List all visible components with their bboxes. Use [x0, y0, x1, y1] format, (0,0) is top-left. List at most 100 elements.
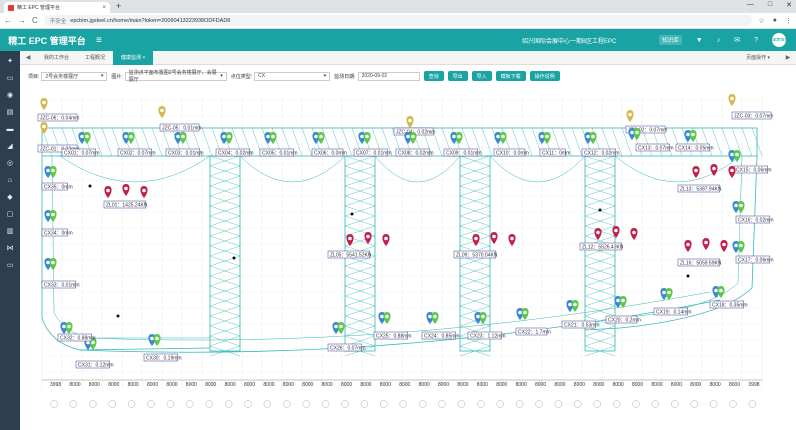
- browser-menu-icon[interactable]: ⋮: [785, 17, 792, 25]
- export-button[interactable]: 导出: [447, 71, 468, 81]
- project-label: 项目:: [28, 73, 40, 80]
- maximize-button[interactable]: □: [768, 1, 772, 9]
- browser-tab[interactable]: 精工 EPC 管理平台 ×: [4, 2, 110, 13]
- dimension-label: 3998: [50, 382, 61, 388]
- filter-icon[interactable]: ▼: [696, 37, 703, 44]
- drawing-svg[interactable]: JZC-06：0.04mmJZC-05：0.01mmJZC-04：0.02mmJ…: [20, 88, 796, 430]
- chart-icon[interactable]: ◢: [7, 140, 12, 153]
- axis-bubble: [574, 400, 582, 408]
- home-icon[interactable]: ⌂: [8, 174, 12, 187]
- knowledge-base-button[interactable]: 知识库: [659, 35, 682, 45]
- sensor-label: CX09：0.01mm: [446, 150, 482, 156]
- back-icon[interactable]: ←: [4, 16, 12, 25]
- axis-bubble: [632, 400, 640, 408]
- sensor-pin-blue-dot: [406, 134, 410, 139]
- desktop-icon[interactable]: ▢: [7, 208, 14, 221]
- sensor-pin-green-dot: [319, 134, 323, 139]
- dimension-label: 3998: [748, 382, 759, 388]
- bar-chart-icon[interactable]: ▥: [7, 225, 14, 238]
- dimension-label: 8000: [690, 382, 701, 388]
- sensor-label: CX34：0mm: [44, 230, 73, 236]
- share-icon[interactable]: ⋈: [7, 242, 14, 255]
- screen-icon[interactable]: ▭: [7, 259, 14, 272]
- page-operations-menu[interactable]: 页面操作 ▾: [736, 54, 780, 61]
- sensor-pin-red-dot: [712, 166, 716, 171]
- sensor-pin-green-dot: [719, 288, 723, 293]
- sensor-pin-red-dot: [632, 230, 636, 235]
- sensor-label: CX15：0.06mm: [736, 167, 772, 173]
- sensor-label: CX17：0.06mm: [738, 257, 774, 263]
- monitoring-drawing[interactable]: JZC-06：0.04mm JZC-05：0.01mm JZC-04：0.02mm J…: [20, 88, 796, 430]
- sensor-label: CX22：1.7mm: [518, 329, 551, 335]
- dimension-label: 8000: [496, 382, 507, 388]
- sensor-pin-blue-dot: [496, 134, 500, 139]
- project-select[interactable]: 2号会务楼展厅 ▾: [41, 71, 108, 81]
- database-icon[interactable]: ◉: [7, 89, 13, 102]
- pin-icon[interactable]: ✦: [7, 55, 13, 68]
- sensor-pin-yellow-dot: [42, 100, 46, 105]
- sensor-pin-red-dot: [596, 230, 600, 235]
- db2-icon[interactable]: ◎: [7, 157, 13, 170]
- sensor-pin-blue-dot: [616, 298, 620, 303]
- instructions-button[interactable]: 操作说明: [529, 71, 560, 81]
- sensor-pin-green-dot: [735, 152, 739, 157]
- point-type-select[interactable]: CX ▾: [254, 71, 331, 81]
- close-tab-icon[interactable]: ×: [102, 5, 106, 11]
- sensor-label: CX16：0.02mm: [738, 217, 774, 223]
- sensor-pin-green-dot: [67, 324, 71, 329]
- url-field[interactable]: 不安全 epcbim.jgsteel.cn/home/main?token=20…: [43, 15, 753, 26]
- new-tab-button[interactable]: +: [116, 2, 121, 11]
- date-input[interactable]: 2020-09-02: [357, 71, 420, 81]
- help-icon[interactable]: ?: [754, 37, 758, 44]
- sensor-label: ZL12：5526.43KN: [582, 244, 624, 250]
- menu-toggle-icon[interactable]: ≡: [96, 35, 102, 46]
- doc-icon[interactable]: ▤: [7, 106, 14, 119]
- monitor-icon[interactable]: ▭: [7, 72, 14, 85]
- sensor-pin-blue-dot: [586, 134, 590, 139]
- tray-icon[interactable]: ▬: [7, 123, 14, 136]
- sensor-pin-green-dot: [51, 212, 55, 217]
- sensor-pin-red-dot: [106, 188, 110, 193]
- tab-overview[interactable]: 工程概况: [77, 51, 113, 65]
- sensor-pin-green-dot: [457, 134, 461, 139]
- query-button[interactable]: 查询: [423, 71, 444, 81]
- sensor-pin-green-dot: [181, 134, 185, 139]
- bell-side-icon[interactable]: ◆: [7, 191, 12, 204]
- sensor-label: CX25：0.88mm: [376, 333, 412, 339]
- sensor-label: CX05：0.01mm: [262, 150, 298, 156]
- sensor-pin-blue-dot: [734, 243, 738, 248]
- tabs-next-icon[interactable]: ▶: [780, 54, 796, 61]
- sensor-pin-blue-dot: [476, 314, 480, 319]
- avatar[interactable]: admin: [772, 33, 786, 47]
- star-icon[interactable]: ☆: [758, 17, 764, 25]
- template-download-button[interactable]: 模板下载: [495, 71, 526, 81]
- axis-bubble: [554, 400, 563, 408]
- tabs-prev-icon[interactable]: ◀: [20, 54, 36, 61]
- axis-bubble: [302, 400, 310, 408]
- address-bar-row: ← → C 不安全 epcbim.jgsteel.cn/home/main?to…: [0, 13, 796, 29]
- axis-bubble: [399, 400, 407, 408]
- dimension-label: 8000: [535, 382, 546, 388]
- image-select[interactable]: 监测点平面布置图2号会务楼展厅、会展展厅 ▾: [124, 70, 227, 83]
- minimize-button[interactable]: —: [747, 1, 754, 9]
- sensor-pin-green-dot: [155, 336, 159, 341]
- node-point: [598, 208, 602, 212]
- sensor-pin-green-dot: [85, 134, 89, 139]
- sensor-pin-blue-dot: [80, 134, 84, 139]
- window-close-button[interactable]: ✕: [786, 1, 792, 9]
- sensor-label: CX11：0mm: [542, 150, 570, 156]
- axis-bubble: [341, 400, 349, 408]
- forward-icon[interactable]: →: [18, 16, 26, 25]
- mail-icon[interactable]: ✉: [734, 36, 740, 44]
- dimension-label: 8000: [632, 382, 643, 388]
- filter-bar: 项目: 2号会务楼展厅 ▾ 图片: 监测点平面布置图2号会务楼展厅、会展展厅 ▾ 点…: [20, 67, 796, 85]
- import-button[interactable]: 导入: [471, 71, 492, 81]
- reload-icon[interactable]: C: [32, 16, 38, 25]
- tab-workbench[interactable]: 我的工作台: [36, 51, 77, 65]
- sensor-label: JZC-03：0.07mm: [734, 113, 773, 119]
- account-icon[interactable]: ●: [773, 17, 777, 25]
- bell-icon[interactable]: ♪: [717, 37, 721, 44]
- tab-health-monitoring[interactable]: 健康监测 ×: [113, 50, 154, 65]
- browser-tab-title: 精工 EPC 管理平台: [17, 5, 61, 11]
- window-controls: — □ ✕: [747, 1, 792, 9]
